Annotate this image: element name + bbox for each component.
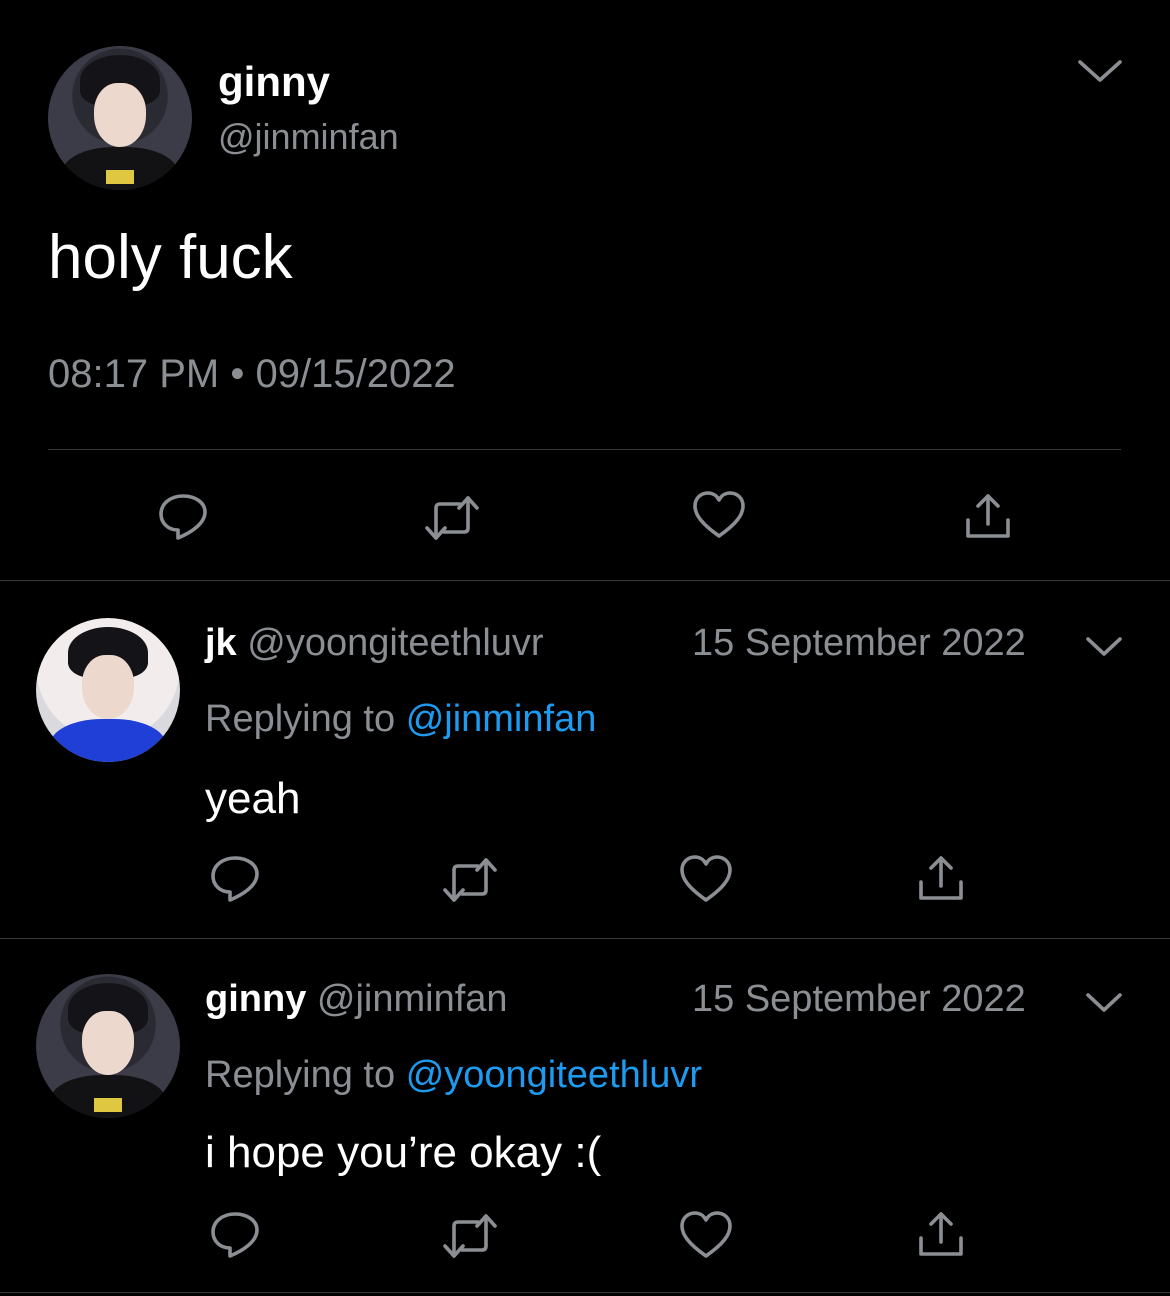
display-name[interactable]: jk xyxy=(205,622,237,664)
retweet-icon[interactable] xyxy=(442,1212,498,1260)
mention-link[interactable]: @jinminfan xyxy=(406,698,597,740)
tweet-date: 09/15/2022 xyxy=(255,352,456,396)
handle[interactable]: @jinminfan xyxy=(218,116,399,158)
mention-link[interactable]: @yoongiteethluvr xyxy=(406,1054,702,1096)
chevron-down-icon[interactable] xyxy=(1084,634,1124,660)
share-icon[interactable] xyxy=(962,490,1014,542)
reply-date: 15 September 2022 xyxy=(692,622,1026,664)
avatar[interactable] xyxy=(36,618,180,762)
reply-icon[interactable] xyxy=(208,852,262,906)
reply-icon[interactable] xyxy=(156,490,210,544)
replying-label: Replying to xyxy=(205,698,396,740)
replying-label: Replying to xyxy=(205,1054,396,1096)
timestamp-separator: • xyxy=(230,352,245,396)
reply-date: 15 September 2022 xyxy=(692,978,1026,1020)
replying-to: Replying to @jinminfan xyxy=(205,698,596,741)
share-icon[interactable] xyxy=(915,1208,967,1260)
chevron-down-icon[interactable] xyxy=(1076,56,1124,86)
like-icon[interactable] xyxy=(679,854,733,904)
handle[interactable]: @yoongiteethluvr xyxy=(247,622,543,664)
like-icon[interactable] xyxy=(679,1210,733,1260)
share-icon[interactable] xyxy=(915,852,967,904)
reply-header: jk @yoongiteethluvr xyxy=(205,622,544,665)
handle[interactable]: @jinminfan xyxy=(317,978,508,1020)
like-icon[interactable] xyxy=(692,490,746,540)
retweet-icon[interactable] xyxy=(424,494,480,542)
divider xyxy=(48,449,1121,450)
retweet-icon[interactable] xyxy=(442,856,498,904)
reply-icon[interactable] xyxy=(208,1208,262,1262)
display-name[interactable]: ginny xyxy=(205,978,306,1020)
reply-header: ginny @jinminfan xyxy=(205,978,508,1021)
chevron-down-icon[interactable] xyxy=(1084,990,1124,1016)
divider xyxy=(0,1292,1170,1293)
tweet-timestamp: 08:17 PM • 09/15/2022 xyxy=(48,352,456,397)
avatar[interactable] xyxy=(36,974,180,1118)
reply-text: yeah xyxy=(205,774,301,823)
display-name[interactable]: ginny xyxy=(218,58,330,106)
divider xyxy=(0,580,1170,581)
replying-to: Replying to @yoongiteethluvr xyxy=(205,1054,702,1097)
avatar[interactable] xyxy=(48,46,192,190)
reply-text: i hope you’re okay :( xyxy=(205,1128,602,1177)
tweet-text: holy fuck xyxy=(48,223,293,292)
tweet-time: 08:17 PM xyxy=(48,352,220,396)
divider xyxy=(0,938,1170,939)
